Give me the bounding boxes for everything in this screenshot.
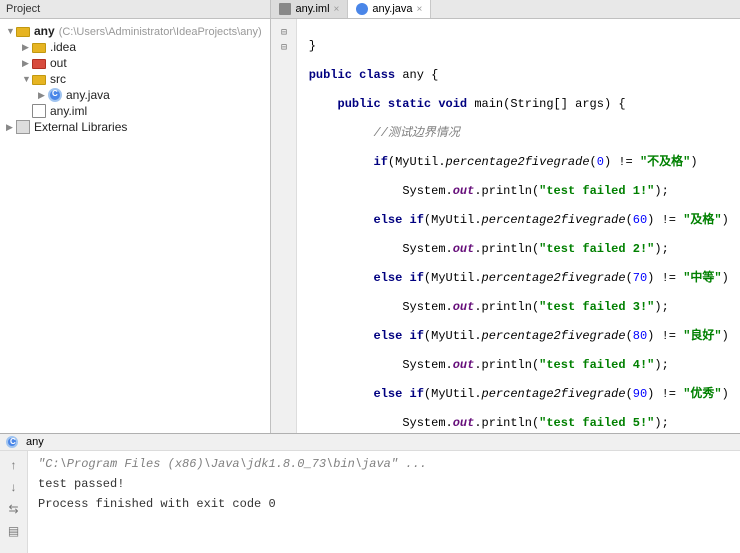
code-lines[interactable]: } public class any { public static void … <box>297 19 740 433</box>
chevron-right-icon[interactable]: ▶ <box>6 122 16 133</box>
console-exit: Process finished with exit code 0 <box>38 497 730 511</box>
project-tree[interactable]: ▼ any(C:\Users\Administrator\IdeaProject… <box>0 19 270 433</box>
code-editor[interactable]: ⊟ ⊟ } public class any { public static v… <box>271 19 740 433</box>
soft-wrap-icon[interactable]: ⇆ <box>6 501 22 517</box>
chevron-right-icon[interactable]: ▶ <box>38 90 48 101</box>
tree-external-libs[interactable]: ▶ External Libraries <box>0 119 270 135</box>
scroll-down-icon[interactable]: ↓ <box>6 479 22 495</box>
chevron-right-icon[interactable]: ▶ <box>22 42 32 53</box>
print-icon[interactable]: ▤ <box>6 523 22 539</box>
tab-any-java[interactable]: any.java × <box>348 0 431 18</box>
console-panel: any ↑ ↓ ⇆ ▤ "C:\Program Files (x86)\Java… <box>0 433 740 553</box>
console-output[interactable]: "C:\Program Files (x86)\Java\jdk1.8.0_73… <box>28 451 740 553</box>
folder-icon <box>32 59 46 69</box>
java-class-icon <box>356 3 368 15</box>
tree-idea-folder[interactable]: ▶ .idea <box>0 39 270 55</box>
editor-tab-bar: any.iml × any.java × <box>271 0 740 19</box>
scroll-up-icon[interactable]: ↑ <box>6 457 22 473</box>
fold-icon[interactable]: ⊟ <box>271 25 296 40</box>
chevron-down-icon[interactable]: ▼ <box>6 26 16 36</box>
folder-icon <box>32 75 46 85</box>
java-class-icon <box>48 88 62 102</box>
java-class-icon <box>6 436 18 448</box>
folder-icon <box>16 27 30 37</box>
editor-panel: any.iml × any.java × ⊟ ⊟ } public class … <box>271 0 740 433</box>
folder-icon <box>32 43 46 53</box>
chevron-down-icon[interactable]: ▼ <box>22 74 32 84</box>
console-stdout: test passed! <box>38 477 730 491</box>
library-icon <box>16 120 30 134</box>
tree-any-iml[interactable]: any.iml <box>0 103 270 119</box>
console-toolbar: ↑ ↓ ⇆ ▤ <box>0 451 28 553</box>
console-command: "C:\Program Files (x86)\Java\jdk1.8.0_73… <box>38 457 730 471</box>
tab-any-iml[interactable]: any.iml × <box>271 0 348 18</box>
editor-gutter[interactable]: ⊟ ⊟ <box>271 19 297 433</box>
tree-root[interactable]: ▼ any(C:\Users\Administrator\IdeaProject… <box>0 23 270 39</box>
close-icon[interactable]: × <box>417 4 423 15</box>
project-panel: Project ▼ any(C:\Users\Administrator\Ide… <box>0 0 271 433</box>
file-icon <box>279 3 291 15</box>
tree-src-folder[interactable]: ▼ src <box>0 71 270 87</box>
tree-any-java[interactable]: ▶ any.java <box>0 87 270 103</box>
fold-icon[interactable]: ⊟ <box>271 40 296 55</box>
tree-out-folder[interactable]: ▶ out <box>0 55 270 71</box>
breadcrumb[interactable]: any <box>0 434 740 451</box>
chevron-right-icon[interactable]: ▶ <box>22 58 32 69</box>
project-panel-header: Project <box>0 0 270 19</box>
file-icon <box>32 104 46 118</box>
close-icon[interactable]: × <box>334 4 340 15</box>
